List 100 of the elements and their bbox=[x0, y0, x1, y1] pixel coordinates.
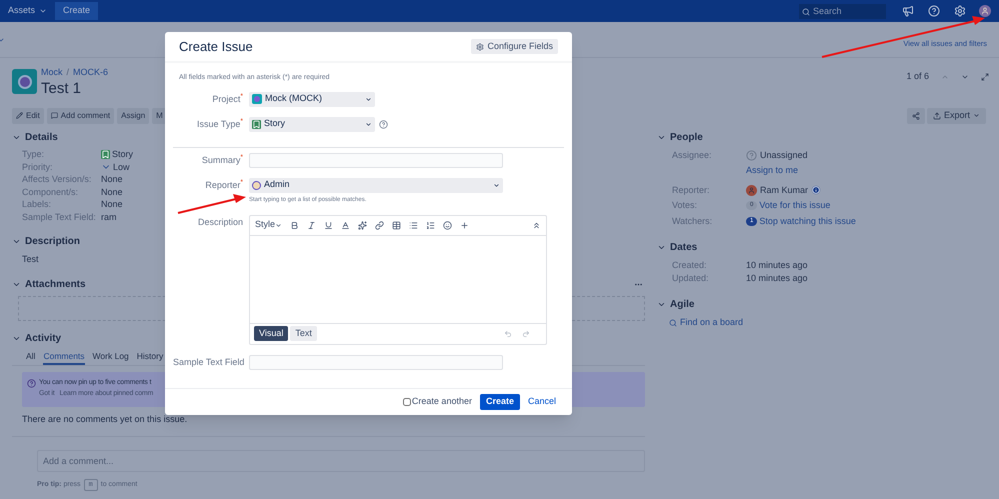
field-label: Priority: bbox=[22, 160, 54, 174]
caret-icon bbox=[275, 222, 282, 228]
caret-icon bbox=[39, 7, 48, 15]
dialog-title: Create Issue bbox=[179, 38, 253, 56]
create-button[interactable]: Create bbox=[55, 2, 98, 20]
share-icon bbox=[912, 112, 920, 120]
unassigned-avatar-icon bbox=[746, 150, 757, 161]
editor-mode-tab[interactable]: Text bbox=[290, 326, 317, 341]
field-label: Updated: bbox=[672, 272, 710, 285]
create-button[interactable]: Create bbox=[480, 394, 520, 410]
italic-icon[interactable] bbox=[307, 220, 316, 230]
field-value: Low bbox=[113, 160, 130, 174]
field-label: Project$^{*}$ bbox=[211, 92, 243, 106]
formatting-icon[interactable] bbox=[358, 220, 368, 230]
toolbar-button[interactable]: Add comment bbox=[46, 108, 114, 124]
field-value: 10 minutes ago bbox=[746, 259, 808, 272]
style-dropdown[interactable]: Style bbox=[255, 218, 282, 232]
activity-tab[interactable]: History bbox=[136, 350, 164, 366]
user-avatar-icon bbox=[252, 180, 261, 190]
search-field[interactable]: Search bbox=[799, 4, 886, 18]
breadcrumb-separator: / bbox=[66, 66, 70, 79]
bullet-list-icon[interactable] bbox=[409, 220, 418, 230]
field-label: Watchers: bbox=[672, 214, 714, 228]
user-avatar[interactable] bbox=[979, 5, 991, 17]
field-value: None bbox=[101, 198, 123, 212]
configure-fields-button[interactable]: Configure Fields bbox=[471, 39, 558, 54]
underline-icon[interactable] bbox=[324, 220, 334, 230]
reporter-avatar bbox=[746, 184, 757, 196]
text-color-icon[interactable] bbox=[341, 220, 350, 230]
field-value: None bbox=[101, 186, 123, 199]
nav-menu[interactable]: Assets bbox=[4, 2, 52, 20]
text-input[interactable] bbox=[249, 354, 503, 370]
help-icon[interactable] bbox=[928, 5, 940, 17]
checkbox-label: Create another bbox=[412, 395, 472, 408]
story-icon bbox=[252, 120, 261, 128]
caret-icon bbox=[365, 120, 372, 128]
description-text: Test bbox=[21, 253, 40, 266]
field-label: Created: bbox=[672, 259, 708, 272]
comment-icon bbox=[50, 112, 58, 119]
share-button[interactable] bbox=[906, 108, 925, 124]
caret-icon bbox=[493, 182, 500, 188]
insert-icon[interactable] bbox=[460, 220, 470, 230]
activity-tab[interactable]: Work Log bbox=[92, 350, 129, 366]
select-field[interactable]: Story bbox=[249, 116, 375, 132]
field-value: Ram Kumar bbox=[760, 184, 808, 196]
emoji-icon[interactable] bbox=[443, 220, 452, 230]
field-value: 10 minutes ago bbox=[746, 272, 808, 285]
breadcrumb-link[interactable]: Mock bbox=[41, 66, 63, 80]
pager-text: 1 of 6 bbox=[906, 70, 929, 83]
activity-tab[interactable]: Comments bbox=[43, 350, 85, 366]
search-icon bbox=[669, 318, 677, 327]
collapse-toolbar-icon[interactable] bbox=[532, 220, 541, 230]
field-label: Type: bbox=[22, 148, 46, 162]
comment-field[interactable]: Add a comment... bbox=[37, 450, 645, 472]
help-icon bbox=[27, 379, 36, 388]
activity-tab[interactable]: All bbox=[26, 350, 36, 366]
numbered-list-icon[interactable] bbox=[426, 220, 436, 230]
expand-icon[interactable] bbox=[981, 72, 989, 81]
section-heading: Attachments bbox=[25, 278, 86, 292]
export-button[interactable]: Export bbox=[926, 108, 986, 124]
assign-to-me-link[interactable]: Assign to me bbox=[746, 164, 808, 178]
settings-icon[interactable] bbox=[954, 5, 966, 17]
field-value: Unassigned bbox=[760, 148, 808, 162]
field-value: Story bbox=[112, 148, 134, 162]
toolbar-button[interactable]: Edit bbox=[12, 108, 44, 124]
field-label: Issue Type$^{*}$ bbox=[196, 117, 243, 131]
select-field[interactable]: Mock (MOCK) bbox=[249, 92, 375, 106]
caret-icon bbox=[365, 96, 372, 102]
collapse-icon[interactable] bbox=[657, 300, 666, 309]
section-heading: People bbox=[670, 130, 703, 144]
table-icon[interactable] bbox=[392, 220, 402, 230]
field-value: ram bbox=[101, 211, 116, 224]
info-icon[interactable] bbox=[812, 186, 820, 194]
field-label: Reporter: bbox=[672, 184, 711, 197]
field-value: None bbox=[101, 173, 123, 186]
breadcrumb-link[interactable]: MOCK-6 bbox=[73, 66, 108, 80]
cancel-link[interactable]: Cancel bbox=[528, 395, 556, 409]
field-label: Votes: bbox=[672, 199, 698, 212]
help-icon[interactable] bbox=[379, 120, 388, 128]
watch-link[interactable]: Stop watching this issue bbox=[759, 214, 856, 228]
field-label: Sample Text Field bbox=[173, 356, 243, 369]
link-icon[interactable] bbox=[375, 220, 384, 230]
search-icon bbox=[802, 8, 810, 16]
megaphone-icon[interactable] bbox=[902, 5, 914, 17]
text-input[interactable] bbox=[249, 152, 503, 168]
project-avatar bbox=[12, 69, 37, 94]
bold-icon[interactable] bbox=[290, 220, 300, 230]
find-on-board-link[interactable]: Find on a board bbox=[680, 316, 744, 330]
field-label: Affects Version/s: bbox=[22, 173, 92, 186]
story-icon bbox=[101, 150, 110, 160]
editor-mode-tab[interactable]: Visual bbox=[254, 326, 288, 341]
annotation-arrow bbox=[178, 194, 246, 214]
toolbar-button[interactable]: Assign bbox=[117, 108, 150, 124]
create-another-checkbox[interactable] bbox=[402, 398, 411, 406]
select-field[interactable]: Admin bbox=[249, 178, 503, 192]
field-label: Summary$^{*}$ bbox=[200, 153, 243, 167]
section-heading: Activity bbox=[25, 332, 62, 346]
vote-link[interactable]: Vote for this issue bbox=[759, 199, 830, 212]
rich-text-editor[interactable]: Style Visual Text bbox=[249, 214, 547, 344]
collapse-icon[interactable] bbox=[657, 243, 666, 252]
